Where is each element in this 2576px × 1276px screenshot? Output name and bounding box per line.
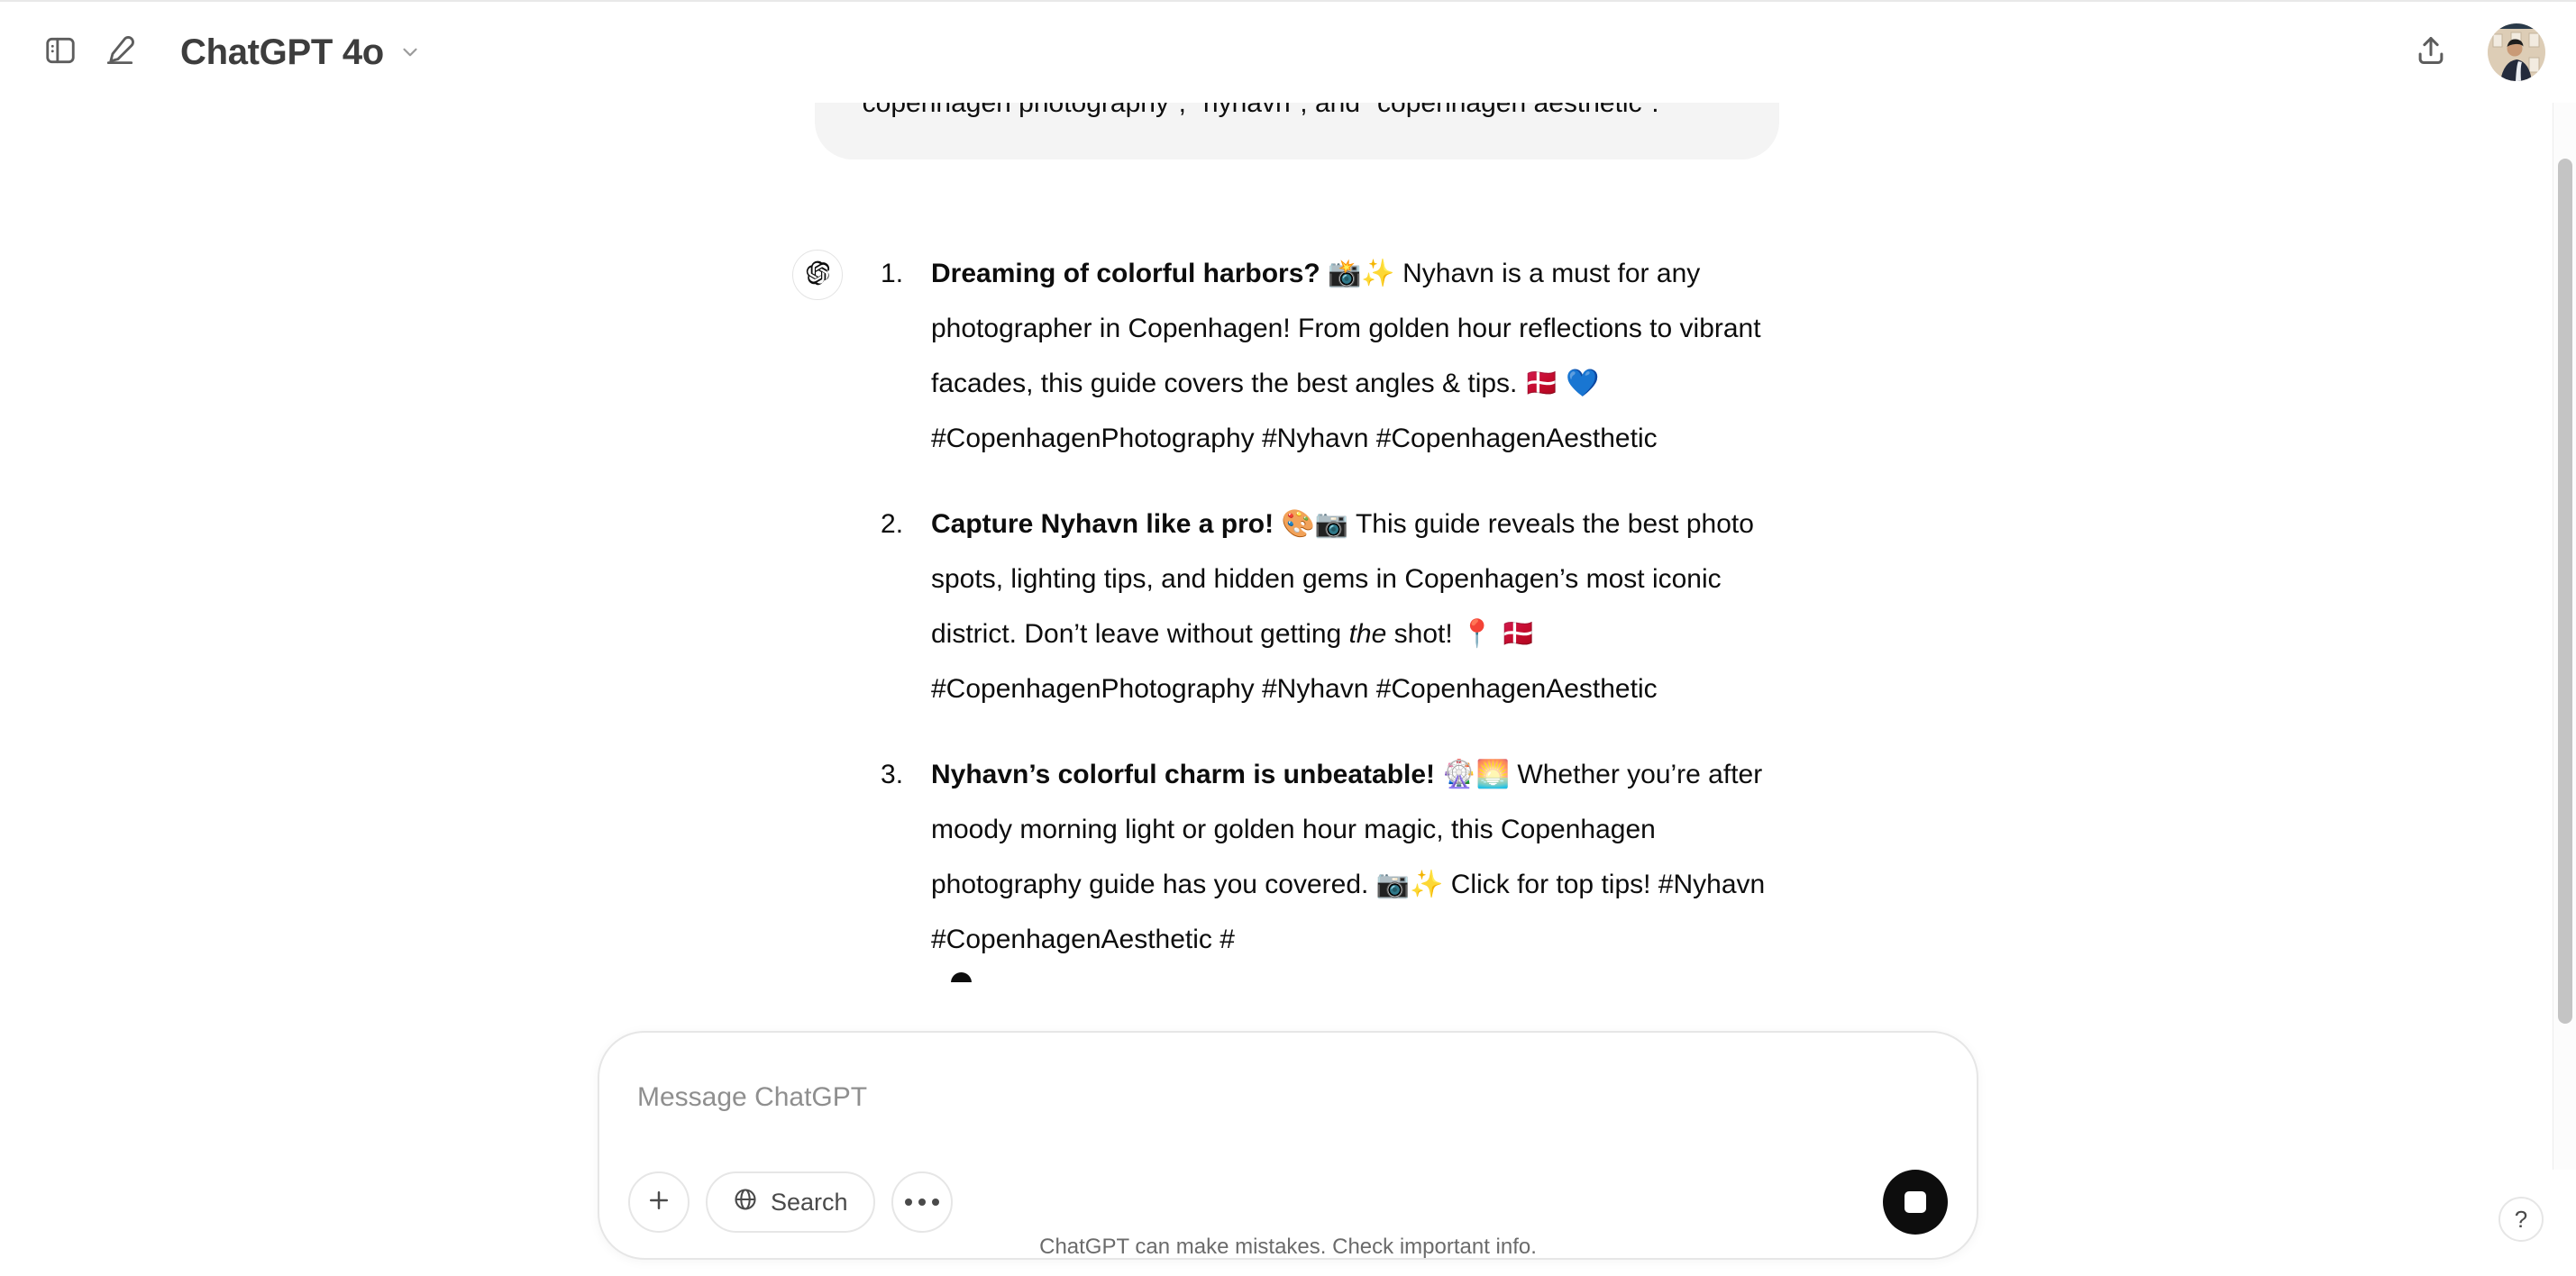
more-options-button[interactable] xyxy=(891,1171,953,1233)
stop-generating-button[interactable] xyxy=(1883,1170,1948,1235)
chatgpt-app-window: ChatGPT 4o "copenhagen photography", "ny… xyxy=(0,0,2576,1276)
item-headline: Dreaming of colorful harbors? xyxy=(931,259,1320,288)
chevron-down-icon xyxy=(398,41,422,64)
camera-emoji: 📷 xyxy=(1375,869,1411,900)
camera-flash-emoji: 📸 xyxy=(1328,258,1362,289)
add-attachment-button[interactable] xyxy=(628,1171,690,1233)
item-emphasis-word: the xyxy=(1348,619,1387,649)
item-body-text-post: shot! xyxy=(1386,619,1461,649)
header-right-group xyxy=(2401,23,2545,82)
avatar-photo xyxy=(2488,23,2545,81)
camera-emoji: 📷 xyxy=(1314,508,1349,540)
artist-palette-emoji: 🎨 xyxy=(1281,508,1315,540)
list-item: Capture Nyhavn like a pro! 🎨📷 This guide… xyxy=(875,497,1784,716)
round-pushpin-emoji: 📍 xyxy=(1460,618,1494,650)
stop-square-icon xyxy=(1905,1191,1926,1213)
help-button[interactable]: ? xyxy=(2498,1197,2544,1242)
share-upload-icon xyxy=(2414,33,2448,72)
message-composer[interactable]: Message ChatGPT Search xyxy=(598,1031,1978,1260)
item-hashtags: #CopenhagenPhotography #Nyhavn #Copenhag… xyxy=(931,424,1658,453)
more-options-icon xyxy=(904,1199,939,1206)
list-item: Dreaming of colorful harbors? 📸✨ Nyhavn … xyxy=(875,246,1784,466)
sparkles-emoji: ✨ xyxy=(1361,258,1395,289)
assistant-avatar xyxy=(792,250,843,300)
disclaimer-text: ChatGPT can make mistakes. Check importa… xyxy=(1039,1235,1537,1259)
message-input[interactable]: Message ChatGPT xyxy=(637,1080,1939,1116)
model-name-label: ChatGPT 4o xyxy=(180,32,384,72)
top-header-bar: ChatGPT 4o xyxy=(0,2,2576,103)
message-thread: Nyhavn". The tone should not be robotic … xyxy=(792,52,1784,982)
search-button-label: Search xyxy=(771,1188,848,1216)
item-hashtags: #CopenhagenPhotography #Nyhavn #Copenhag… xyxy=(931,674,1658,704)
composer-toolbar: Search xyxy=(628,1170,1948,1235)
new-chat-button[interactable] xyxy=(90,23,150,82)
new-chat-icon xyxy=(103,33,137,72)
assistant-message-row: Dreaming of colorful harbors? 📸✨ Nyhavn … xyxy=(792,246,1784,982)
globe-icon xyxy=(733,1187,758,1218)
vertical-scrollbar-track[interactable] xyxy=(2553,52,2576,1170)
sidebar-toggle-icon xyxy=(43,33,78,72)
search-tool-button[interactable]: Search xyxy=(706,1171,875,1233)
assistant-message-body: Dreaming of colorful harbors? 📸✨ Nyhavn … xyxy=(875,246,1784,982)
item-headline: Nyhavn’s colorful charm is unbeatable! xyxy=(931,760,1436,789)
blue-heart-emoji: 💙 xyxy=(1566,368,1600,399)
list-item: Nyhavn’s colorful charm is unbeatable! 🎡… xyxy=(875,747,1784,982)
model-selector[interactable]: ChatGPT 4o xyxy=(164,20,442,85)
user-avatar[interactable] xyxy=(2488,23,2545,81)
streaming-cursor-dot xyxy=(951,972,972,982)
share-button[interactable] xyxy=(2401,23,2461,82)
item-headline: Capture Nyhavn like a pro! xyxy=(931,509,1274,539)
sunrise-emoji: 🌅 xyxy=(1475,759,1511,790)
composer-area: Message ChatGPT Search ChatGPT can make … xyxy=(0,1018,2576,1276)
openai-logo-icon xyxy=(803,259,832,292)
sidebar-toggle-button[interactable] xyxy=(31,23,90,82)
plus-icon xyxy=(645,1187,672,1218)
ferris-wheel-emoji: 🎡 xyxy=(1442,759,1476,790)
sparkles-emoji: ✨ xyxy=(1410,869,1444,900)
answer-list: Dreaming of colorful harbors? 📸✨ Nyhavn … xyxy=(875,246,1784,982)
vertical-scrollbar-thumb[interactable] xyxy=(2558,159,2572,1024)
denmark-flag-emoji: 🇩🇰 xyxy=(1524,368,1559,399)
denmark-flag-emoji: 🇩🇰 xyxy=(1501,618,1536,650)
conversation-scroll-area[interactable]: Nyhavn". The tone should not be robotic … xyxy=(0,52,2576,982)
